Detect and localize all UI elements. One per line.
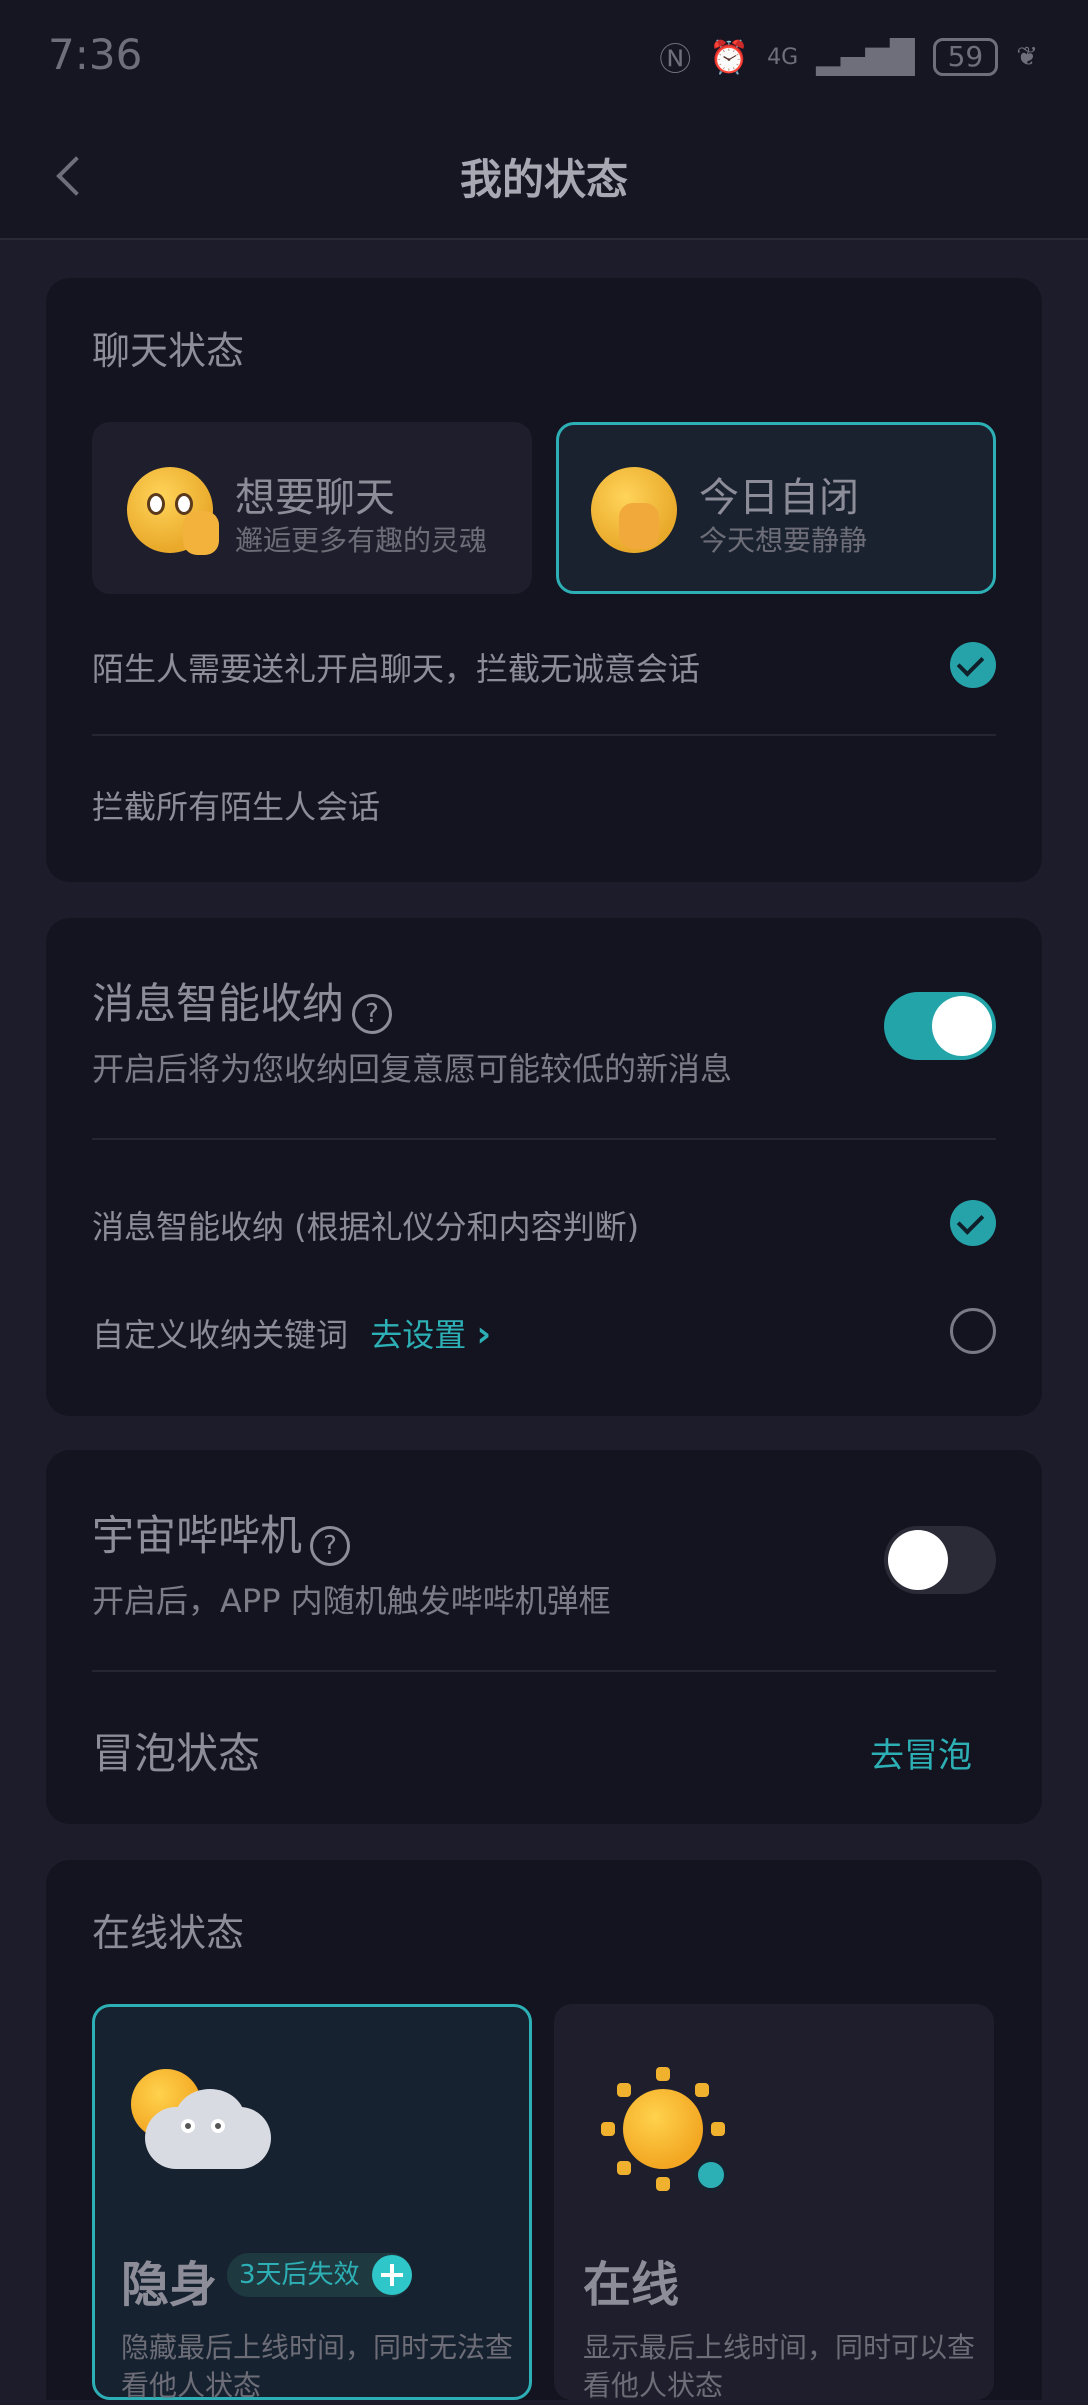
smart-inbox-description: 开启后将为您收纳回复意愿可能较低的新消息 bbox=[92, 1050, 733, 1088]
smart-inbox-heading: 消息智能收纳? bbox=[92, 970, 393, 1034]
status-card-online[interactable]: 在线 显示最后上线时间，同时可以查看他人状态 bbox=[554, 2004, 994, 2402]
blush-emoji-icon bbox=[127, 467, 219, 555]
option-want-chat-subtitle: 邂逅更多有趣的灵魂 bbox=[235, 524, 488, 557]
online-description: 显示最后上线时间，同时可以查看他人状态 bbox=[583, 2331, 976, 2402]
option-want-chat[interactable]: 想要聊天 邂逅更多有趣的灵魂 bbox=[92, 422, 532, 594]
waving-emoji-icon bbox=[591, 467, 677, 553]
plus-icon[interactable] bbox=[371, 2255, 412, 2295]
custom-keyword-label: 自定义收纳关键词 bbox=[92, 1316, 349, 1354]
smart-inbox-option-label: 消息智能收纳 (根据礼仪分和内容判断) bbox=[92, 1208, 640, 1246]
smart-inbox-toggle[interactable] bbox=[884, 992, 996, 1060]
bibi-description: 开启后，APP 内随机触发哔哔机弹框 bbox=[92, 1582, 611, 1620]
gift-required-check-icon[interactable] bbox=[950, 642, 996, 688]
sun-behind-cloud-icon bbox=[125, 2061, 275, 2181]
option-closed-today-subtitle: 今天想要静静 bbox=[699, 524, 868, 557]
go-settings-link[interactable]: 去设置 bbox=[370, 1316, 466, 1354]
smart-inbox-title: 消息智能收纳 bbox=[92, 979, 345, 1028]
bibi-toggle[interactable] bbox=[884, 1526, 996, 1594]
bibi-title: 宇宙哔哔机 bbox=[92, 1511, 303, 1560]
chat-status-title: 聊天状态 bbox=[92, 329, 245, 373]
option-closed-today[interactable]: 今日自闭 今天想要静静 bbox=[556, 422, 996, 594]
option-closed-today-title: 今日自闭 bbox=[699, 475, 859, 521]
invisible-title: 隐身 bbox=[121, 2257, 218, 2313]
help-question-icon[interactable]: ? bbox=[352, 993, 393, 1034]
divider bbox=[92, 734, 996, 736]
expire-badge-label: 3天后失效 bbox=[239, 2260, 360, 2290]
network-label: 4G bbox=[767, 44, 799, 70]
smart-inbox-option-check-icon[interactable] bbox=[950, 1200, 996, 1246]
header-bar: 我的状态 bbox=[0, 120, 1088, 240]
bibi-card: 宇宙哔哔机? 开启后，APP 内随机触发哔哔机弹框 冒泡状态 去冒泡 bbox=[46, 1450, 1042, 1824]
leaf-icon: ❦ bbox=[1016, 42, 1038, 72]
custom-keyword-radio[interactable] bbox=[950, 1308, 996, 1354]
expire-badge[interactable]: 3天后失效 bbox=[227, 2253, 412, 2297]
sun-with-clock-icon bbox=[597, 2063, 737, 2193]
smart-inbox-card: 消息智能收纳? 开启后将为您收纳回复意愿可能较低的新消息 消息智能收纳 (根据礼… bbox=[46, 918, 1042, 1416]
block-all-strangers-label[interactable]: 拦截所有陌生人会话 bbox=[92, 782, 380, 828]
gift-required-label: 陌生人需要送礼开启聊天，拦截无诚意会话 bbox=[92, 650, 701, 688]
status-icons: Ⓝ ⏰ 4G ▂▄▆█ 59 ❦ bbox=[659, 34, 1038, 80]
help-question-icon[interactable]: ? bbox=[310, 1525, 351, 1566]
online-title: 在线 bbox=[583, 2257, 680, 2313]
battery-indicator: 59 bbox=[932, 38, 999, 76]
divider bbox=[92, 1670, 996, 1672]
bubble-status-label: 冒泡状态 bbox=[92, 1729, 261, 1778]
go-bubble-link[interactable]: 去冒泡 bbox=[870, 1728, 972, 1777]
custom-keyword-row: 自定义收纳关键词 去设置 › bbox=[92, 1310, 491, 1356]
divider bbox=[92, 1138, 996, 1140]
chevron-right-icon[interactable]: › bbox=[476, 1314, 491, 1355]
page-title: 我的状态 bbox=[459, 155, 628, 204]
option-want-chat-title: 想要聊天 bbox=[235, 475, 395, 521]
signal-icon: ▂▄▆█ bbox=[816, 38, 915, 76]
status-time: 7:36 bbox=[48, 30, 143, 79]
status-bar: 7:36 Ⓝ ⏰ 4G ▂▄▆█ 59 ❦ bbox=[0, 0, 1088, 120]
alarm-icon: ⏰ bbox=[709, 38, 750, 76]
online-status-title: 在线状态 bbox=[92, 1911, 245, 1955]
bibi-heading: 宇宙哔哔机? bbox=[92, 1502, 351, 1566]
status-card-invisible[interactable]: 隐身 3天后失效 隐藏最后上线时间，同时无法查看他人状态 bbox=[92, 2004, 532, 2402]
nfc-icon: Ⓝ bbox=[659, 40, 692, 78]
chat-status-card: 聊天状态 想要聊天 邂逅更多有趣的灵魂 今日自闭 今天想要静静 陌生人需要送礼开… bbox=[46, 278, 1042, 882]
invisible-description: 隐藏最后上线时间，同时无法查看他人状态 bbox=[121, 2331, 514, 2402]
